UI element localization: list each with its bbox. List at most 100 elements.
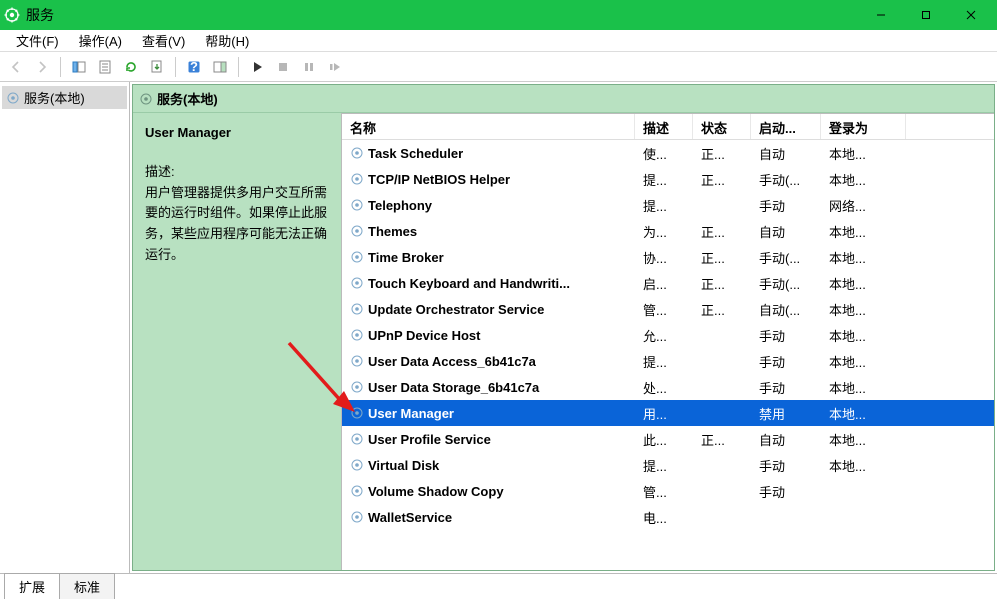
separator [60, 57, 61, 77]
cell-name: User Data Storage_6b41c7a [342, 380, 635, 395]
cell-startup: 手动 [751, 482, 821, 501]
pause-service-button[interactable] [297, 55, 321, 79]
close-button[interactable] [948, 0, 993, 30]
cell-desc: 管... [635, 300, 693, 319]
list-row[interactable]: Volume Shadow Copy管...手动 [342, 478, 994, 504]
cell-logon: 本地... [821, 300, 906, 319]
gear-icon [350, 406, 364, 420]
cell-startup: 手动(... [751, 248, 821, 267]
cell-startup: 自动 [751, 144, 821, 163]
column-logon[interactable]: 登录为 [821, 114, 906, 139]
cell-desc: 启... [635, 274, 693, 293]
cell-logon: 本地... [821, 274, 906, 293]
list-row[interactable]: Telephony提...手动网络... [342, 192, 994, 218]
cell-startup: 自动 [751, 222, 821, 241]
column-description[interactable]: 描述 [635, 114, 693, 139]
menu-file[interactable]: 文件(F) [6, 29, 69, 52]
cell-desc: 管... [635, 482, 693, 501]
restart-service-button[interactable] [323, 55, 347, 79]
show-hide-tree-button[interactable] [67, 55, 91, 79]
list-row[interactable]: User Data Access_6b41c7a提...手动本地... [342, 348, 994, 374]
list-row[interactable]: WalletService电... [342, 504, 994, 530]
panel-content: User Manager 描述: 用户管理器提供多用户交互所需要的运行时组件。如… [133, 113, 994, 570]
list-row[interactable]: Task Scheduler使...正...自动本地... [342, 140, 994, 166]
cell-name: Task Scheduler [342, 146, 635, 161]
list-row[interactable]: TCP/IP NetBIOS Helper提...正...手动(...本地... [342, 166, 994, 192]
cell-startup: 手动(... [751, 274, 821, 293]
detail-desc-label: 描述: [145, 162, 329, 183]
toolbar: ? [0, 52, 997, 82]
list-row[interactable]: Touch Keyboard and Handwriti...启...正...手… [342, 270, 994, 296]
cell-logon: 本地... [821, 456, 906, 475]
tree-item-services-local[interactable]: 服务(本地) [2, 86, 127, 109]
menu-view[interactable]: 查看(V) [132, 29, 195, 52]
list-row[interactable]: Time Broker协...正...手动(...本地... [342, 244, 994, 270]
list-row[interactable]: User Data Storage_6b41c7a处...手动本地... [342, 374, 994, 400]
cell-status: 正... [693, 170, 751, 189]
cell-logon: 本地... [821, 248, 906, 267]
cell-name: Themes [342, 224, 635, 239]
cell-name: Time Broker [342, 250, 635, 265]
back-button[interactable] [4, 55, 28, 79]
cell-logon: 本地... [821, 430, 906, 449]
detail-selected-name: User Manager [145, 123, 329, 144]
cell-desc: 协... [635, 248, 693, 267]
cell-status: 正... [693, 300, 751, 319]
gear-icon [6, 91, 20, 105]
menu-action[interactable]: 操作(A) [69, 29, 132, 52]
gear-icon [350, 328, 364, 342]
cell-desc: 为... [635, 222, 693, 241]
tab-extended[interactable]: 扩展 [4, 573, 60, 599]
help-button[interactable]: ? [182, 55, 206, 79]
menubar: 文件(F) 操作(A) 查看(V) 帮助(H) [0, 30, 997, 52]
cell-startup: 手动 [751, 326, 821, 345]
gear-icon [350, 224, 364, 238]
stop-service-button[interactable] [271, 55, 295, 79]
minimize-button[interactable] [858, 0, 903, 30]
properties-button[interactable] [93, 55, 117, 79]
tree-item-label: 服务(本地) [24, 88, 85, 107]
cell-logon: 本地... [821, 222, 906, 241]
cell-name: TCP/IP NetBIOS Helper [342, 172, 635, 187]
cell-logon: 本地... [821, 144, 906, 163]
forward-button[interactable] [30, 55, 54, 79]
list-rows: Task Scheduler使...正...自动本地...TCP/IP NetB… [342, 140, 994, 570]
cell-desc: 提... [635, 456, 693, 475]
tab-standard[interactable]: 标准 [59, 573, 115, 599]
cell-status: 正... [693, 274, 751, 293]
gear-icon [350, 198, 364, 212]
cell-logon: 本地... [821, 352, 906, 371]
column-name[interactable]: 名称 [342, 114, 635, 139]
cell-logon: 本地... [821, 404, 906, 423]
cell-status: 正... [693, 144, 751, 163]
cell-desc: 提... [635, 196, 693, 215]
list-row[interactable]: User Profile Service此...正...自动本地... [342, 426, 994, 452]
cell-startup: 手动 [751, 456, 821, 475]
separator [175, 57, 176, 77]
separator [238, 57, 239, 77]
mmc-body: 服务(本地) 服务(本地) User Manager 描述: 用户管理器提供多用… [0, 82, 997, 573]
cell-desc: 允... [635, 326, 693, 345]
list-row[interactable]: Themes为...正...自动本地... [342, 218, 994, 244]
start-service-button[interactable] [245, 55, 269, 79]
column-status[interactable]: 状态 [693, 114, 751, 139]
list-row[interactable]: UPnP Device Host允...手动本地... [342, 322, 994, 348]
gear-icon [350, 276, 364, 290]
cell-startup: 手动 [751, 352, 821, 371]
refresh-button[interactable] [119, 55, 143, 79]
list-row[interactable]: Update Orchestrator Service管...正...自动(..… [342, 296, 994, 322]
cell-status: 正... [693, 222, 751, 241]
maximize-button[interactable] [903, 0, 948, 30]
panel-header: 服务(本地) [133, 85, 994, 113]
column-startup[interactable]: 启动... [751, 114, 821, 139]
action-pane-button[interactable] [208, 55, 232, 79]
list-row[interactable]: User Manager用...禁用本地... [342, 400, 994, 426]
gear-icon [350, 354, 364, 368]
cell-status: 正... [693, 430, 751, 449]
list-row[interactable]: Virtual Disk提...手动本地... [342, 452, 994, 478]
cell-startup: 手动 [751, 378, 821, 397]
menu-help[interactable]: 帮助(H) [195, 29, 259, 52]
export-button[interactable] [145, 55, 169, 79]
cell-name: Telephony [342, 198, 635, 213]
cell-status: 正... [693, 248, 751, 267]
